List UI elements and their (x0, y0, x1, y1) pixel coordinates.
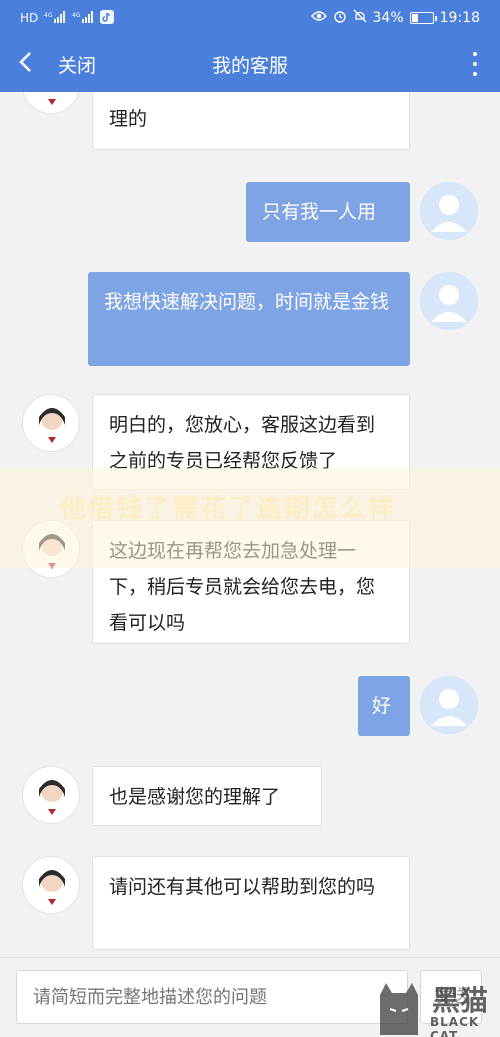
more-dot-icon (473, 62, 477, 66)
battery-icon (409, 12, 437, 24)
app-header: 关闭 我的客服 (0, 36, 500, 92)
more-menu-button[interactable] (472, 52, 478, 76)
status-left: HD 4G 4G (20, 9, 115, 27)
user-avatar (420, 272, 478, 330)
network-type-label: 4G (44, 12, 53, 19)
message-bubble: 请问还有其他可以帮助到您的吗 (92, 856, 410, 950)
message-bubble: 好 (358, 676, 410, 736)
back-button[interactable]: 关闭 (0, 51, 96, 78)
alarm-icon (333, 9, 347, 27)
hd-label: HD (20, 11, 39, 25)
input-bar: 发送 (0, 957, 500, 1037)
message-bubble: 明白，您不用担心，客服帮您处理的 (92, 92, 410, 150)
signal-icon: 4G (44, 10, 66, 26)
back-label: 关闭 (58, 54, 97, 77)
mute-icon (353, 9, 367, 27)
status-bar: HD 4G 4G 34% 19:18 (0, 0, 500, 36)
eye-icon (310, 10, 327, 26)
tiktok-icon (100, 9, 115, 27)
message-bubble: 只有我一人用 (246, 182, 410, 242)
agent-avatar (22, 520, 80, 578)
message-bubble: 也是感谢您的理解了 (92, 766, 322, 826)
agent-avatar (22, 766, 80, 824)
user-avatar (420, 182, 478, 240)
chevron-left-icon (18, 51, 32, 78)
network-type-label-2: 4G (72, 12, 81, 19)
agent-avatar (22, 92, 80, 114)
message-input[interactable] (16, 970, 408, 1024)
message-bubble: 这边现在再帮您去加急处理一下，稍后专员就会给您去电，您看可以吗 (92, 520, 410, 644)
battery-percent: 34% (372, 10, 404, 26)
agent-avatar (22, 394, 80, 452)
user-avatar (420, 676, 478, 734)
message-bubble: 明白的，您放心，客服这边看到之前的专员已经帮您反馈了 (92, 394, 410, 490)
chat-area[interactable]: 明白，您不用担心，客服帮您处理的 只有我一人用 我想快速解决问题，时间就是金钱 … (0, 92, 500, 957)
signal-icon-2: 4G (72, 10, 94, 26)
send-button[interactable]: 发送 (420, 970, 482, 1024)
more-dot-icon (473, 52, 477, 56)
more-dot-icon (473, 72, 477, 76)
message-bubble: 我想快速解决问题，时间就是金钱 (88, 272, 410, 366)
status-right: 34% 19:18 (310, 9, 480, 27)
clock: 19:18 (439, 10, 480, 26)
agent-avatar (22, 856, 80, 914)
